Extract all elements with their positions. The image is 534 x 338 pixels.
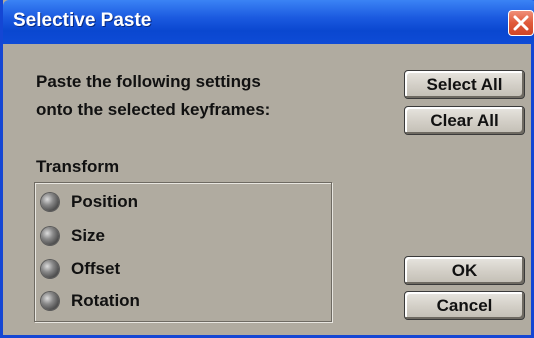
option-position[interactable]: Position <box>41 188 301 216</box>
window-title: Selective Paste <box>13 10 152 31</box>
option-offset[interactable]: Offset <box>41 255 301 283</box>
ok-button[interactable]: OK <box>404 256 525 285</box>
option-label: Position <box>71 192 139 211</box>
radio-icon[interactable] <box>41 193 59 211</box>
radio-icon[interactable] <box>41 227 59 245</box>
clear-all-button[interactable]: Clear All <box>404 106 525 135</box>
instruction-line-2: onto the selected keyframes: <box>36 100 271 119</box>
select-all-button[interactable]: Select All <box>404 70 525 99</box>
option-rotation[interactable]: Rotation <box>41 287 301 315</box>
option-label: Offset <box>71 259 121 278</box>
option-label: Size <box>71 226 106 245</box>
radio-icon[interactable] <box>41 292 59 310</box>
close-button[interactable] <box>508 10 534 36</box>
radio-icon[interactable] <box>41 260 59 278</box>
transform-group-label: Transform <box>36 157 120 176</box>
instruction-line-1: Paste the following settings <box>36 72 261 91</box>
cancel-button[interactable]: Cancel <box>404 291 525 320</box>
selective-paste-dialog: Selective Paste Paste the following sett… <box>0 0 534 338</box>
option-label: Rotation <box>71 291 140 310</box>
title-bar[interactable]: Selective Paste <box>3 0 534 44</box>
instruction-text: Paste the following settings onto the se… <box>36 68 270 124</box>
option-size[interactable]: Size <box>41 222 301 250</box>
close-icon <box>513 15 529 31</box>
